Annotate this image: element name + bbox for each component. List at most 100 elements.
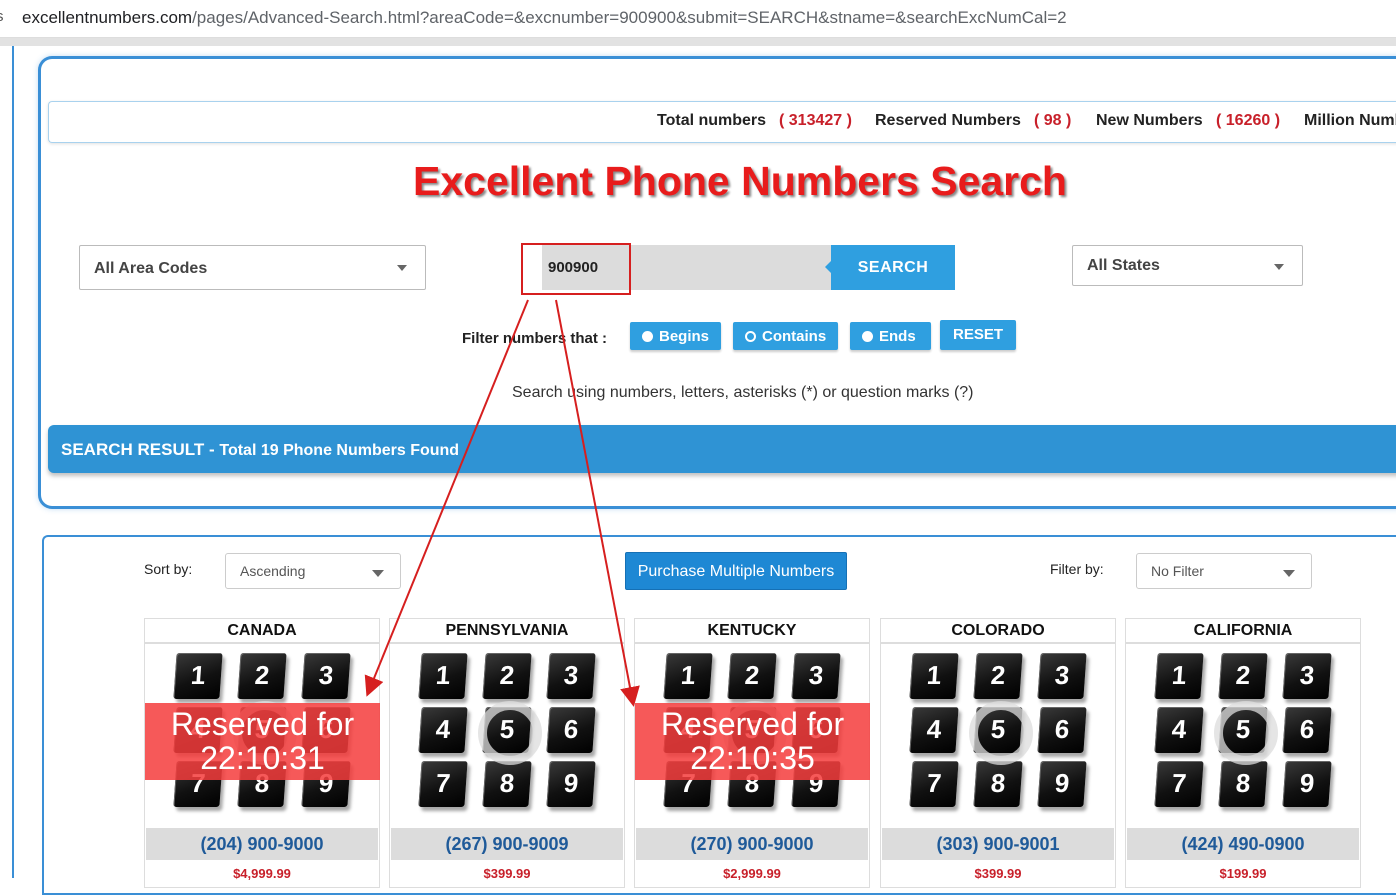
search-result-bar: SEARCH RESULT - Total 19 Phone Numbers F…	[48, 425, 1396, 473]
keypad-key: 2	[973, 653, 1023, 699]
number-card[interactable]: COLORADO 1 2 3 4 5 6 7 8 9 (303) 900-9001 $399.99	[880, 618, 1116, 888]
sort-select[interactable]: Ascending	[225, 553, 401, 589]
keypad-key: 2	[727, 653, 777, 699]
toolbar-divider	[0, 38, 1396, 46]
keypad-image: 123456789	[909, 653, 1091, 813]
chevron-down-icon	[372, 570, 384, 577]
keypad-key: 7	[1154, 761, 1204, 807]
filter-by-select-value: No Filter	[1151, 563, 1204, 579]
card-price: $399.99	[974, 866, 1022, 881]
sort-label: Sort by:	[144, 561, 193, 577]
url-path: /pages/Advanced-Search.html?areaCode=&ex…	[192, 8, 1067, 27]
keypad-key: 1	[909, 653, 959, 699]
watermark-icon	[478, 701, 542, 765]
keypad-key: 1	[173, 653, 223, 699]
card-phone-number[interactable]: (204) 900-9000	[146, 828, 378, 860]
filter-contains-radio[interactable]: Contains	[733, 322, 838, 350]
number-card[interactable]: CALIFORNIA 1 2 3 4 5 6 7 8 9 (424) 490-0900 $199.99	[1125, 618, 1361, 888]
keypad-image: 123456789	[1154, 653, 1336, 813]
states-select-value: All States	[1087, 257, 1160, 274]
keypad-key: 8	[1218, 761, 1268, 807]
keypad-key: 2	[1218, 653, 1268, 699]
keypad-key: 8	[973, 761, 1023, 807]
chevron-down-icon	[397, 265, 407, 271]
stat-value-total: ( 313427 )	[779, 112, 852, 129]
radio-selected-icon	[745, 330, 756, 342]
filter-by-select[interactable]: No Filter	[1136, 553, 1312, 589]
keypad-key: 7	[418, 761, 468, 807]
keypad-key: 3	[1282, 653, 1332, 699]
card-state: COLORADO	[881, 619, 1115, 644]
keypad-key: 6	[1037, 707, 1087, 753]
card-phone-number[interactable]: (424) 490-0900	[1127, 828, 1359, 860]
filter-ends-label: Ends	[879, 327, 916, 345]
radio-icon	[642, 330, 653, 342]
chevron-down-icon	[1274, 264, 1284, 270]
sort-select-value: Ascending	[240, 563, 306, 579]
area-code-select-value: All Area Codes	[94, 260, 208, 277]
keypad-key: 6	[546, 707, 596, 753]
result-prefix: SEARCH RESULT -	[61, 440, 220, 459]
filter-by-label: Filter by:	[1050, 561, 1104, 577]
card-state: PENNSYLVANIA	[390, 619, 624, 644]
url-text[interactable]: excellentnumbers.com/pages/Advanced-Sear…	[22, 8, 1067, 28]
number-card[interactable]: CANADA123456789Reserved for22:10:31(204)…	[144, 618, 380, 888]
card-state: CANADA	[145, 619, 379, 644]
result-count-text: Total 19 Phone Numbers Found	[219, 442, 460, 459]
keypad-key: 3	[301, 653, 351, 699]
keypad-key: 7	[909, 761, 959, 807]
keypad-image: 123456789	[418, 653, 600, 813]
card-phone-number[interactable]: (270) 900-9000	[636, 828, 868, 860]
keypad-key: 3	[546, 653, 596, 699]
number-card[interactable]: PENNSYLVANIA 1 2 3 4 5 6 7 8 9 (267) 900-9009 $399.…	[389, 618, 625, 888]
keypad-key: 2	[237, 653, 287, 699]
number-card[interactable]: KENTUCKY123456789Reserved for22:10:35(27…	[634, 618, 870, 888]
keypad-key: 9	[546, 761, 596, 807]
stats-bar: Total numbers ( 313427 ) Reserved Number…	[48, 101, 1396, 143]
keypad-key: 1	[1154, 653, 1204, 699]
chevron-down-icon	[1283, 570, 1295, 577]
keypad-key: 9	[1282, 761, 1332, 807]
filter-contains-label: Contains	[762, 327, 827, 345]
states-select[interactable]: All States	[1072, 245, 1303, 286]
site-info-icon[interactable]: s	[0, 8, 4, 25]
area-code-select[interactable]: All Area Codes	[79, 245, 426, 290]
keypad-key: 3	[791, 653, 841, 699]
card-phone-number[interactable]: (303) 900-9001	[882, 828, 1114, 860]
filter-ends-radio[interactable]: Ends	[850, 322, 931, 350]
card-state: CALIFORNIA	[1126, 619, 1360, 644]
reserved-timer: 22:10:35	[690, 740, 815, 776]
url-domain: excellentnumbers.com	[22, 8, 193, 27]
card-price: $4,999.99	[233, 866, 291, 881]
keypad-key: 3	[1037, 653, 1087, 699]
card-phone-number[interactable]: (267) 900-9009	[391, 828, 623, 860]
reserved-overlay: Reserved for 22:10:31	[145, 703, 380, 780]
keypad-key: 1	[663, 653, 713, 699]
stat-value-new: ( 16260 )	[1216, 112, 1281, 129]
stat-label-million: Million Numb	[1304, 112, 1396, 129]
card-price: $199.99	[1219, 866, 1267, 881]
stat-label-new: New Numbers	[1096, 112, 1203, 129]
card-price: $399.99	[483, 866, 531, 881]
reserved-label: Reserved for	[660, 706, 845, 742]
search-hint: Search using numbers, letters, asterisks…	[512, 384, 974, 401]
page-title: Excellent Phone Numbers Search	[413, 158, 1067, 204]
filter-begins-label: Begins	[659, 327, 710, 345]
keypad-key: 4	[1154, 707, 1204, 753]
reset-button[interactable]: RESET	[940, 320, 1016, 350]
search-button[interactable]: SEARCH	[825, 245, 955, 290]
purchase-multiple-button[interactable]: Purchase Multiple Numbers	[625, 552, 847, 590]
watermark-icon	[1214, 701, 1278, 765]
keypad-key: 1	[418, 653, 468, 699]
card-state: KENTUCKY	[635, 619, 869, 644]
radio-icon	[862, 330, 873, 342]
keypad-key: 2	[482, 653, 532, 699]
card-price: $2,999.99	[723, 866, 781, 881]
keypad-key: 4	[418, 707, 468, 753]
reserved-label: Reserved for	[170, 706, 355, 742]
reserved-overlay: Reserved for 22:10:35	[635, 703, 870, 780]
stat-label-total: Total numbers	[657, 112, 767, 129]
filter-begins-radio[interactable]: Begins	[630, 322, 721, 350]
keypad-key: 9	[1037, 761, 1087, 807]
browser-url-bar[interactable]: s excellentnumbers.com/pages/Advanced-Se…	[0, 0, 1396, 38]
